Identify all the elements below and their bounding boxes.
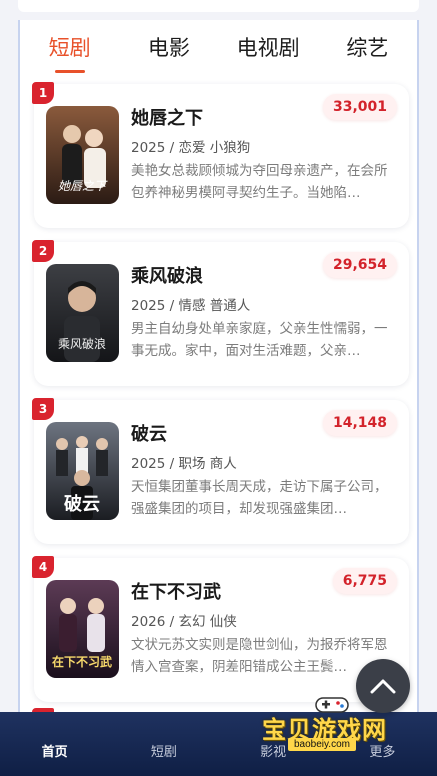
list-item[interactable]: 3 破云 破云 14,148 2025 / 职场 商人 天恒集团董事长周天成，走…: [32, 398, 409, 544]
drama-title[interactable]: 乘风破浪: [131, 262, 203, 288]
list-item[interactable]: 2 乘风破浪 乘风破浪 29,654 2025 / 情感 普通人 男主自幼身处单…: [32, 240, 409, 386]
drama-description: 文状元苏文实则是隐世剑仙，为报乔将军恩情入宫查案，阴差阳错成公主王鬓…: [131, 637, 388, 675]
list-item[interactable]: 4 在下不习武 在下不习武 6,775 2026 / 玄幻 仙侠 文状元苏文实则…: [32, 556, 409, 702]
tab-variety[interactable]: 综艺: [326, 28, 408, 62]
category-tabs: 短剧 电影 电视剧 综艺: [20, 28, 417, 78]
drama-meta: 2025 / 恋爱 小狼狗: [131, 140, 251, 156]
heat-badge: 6,775: [332, 568, 397, 594]
drama-description: 美艳女总裁顾倾城为夺回母亲遗产，在会所包养神秘男模阿寻契约生子。当她陷…: [131, 163, 388, 201]
drama-description: 男主自幼身处单亲家庭，父亲生性懦弱，一事无成。家中，面对生活难题，父亲…: [131, 321, 388, 359]
poster-title: 在下不习武: [52, 654, 112, 669]
poster-title: 破云: [64, 493, 100, 515]
active-tab-indicator: [54, 70, 85, 73]
rank-badge: 4: [32, 556, 54, 578]
watermark-url: baobeiy.com: [288, 738, 356, 751]
poster-title: 乘风破浪: [58, 336, 106, 351]
tab-label: 电视剧: [236, 36, 300, 60]
chevron-up-icon: [370, 679, 396, 694]
rank-badge: 1: [32, 82, 54, 104]
poster-image[interactable]: 在下不习武: [46, 580, 119, 678]
tab-movie[interactable]: 电影: [128, 28, 210, 62]
tab-label: 短剧: [48, 36, 91, 60]
drama-title[interactable]: 破云: [131, 420, 167, 446]
poster-title: 她唇之下: [58, 179, 108, 193]
tab-tv-series[interactable]: 电视剧: [227, 28, 309, 62]
drama-meta: 2025 / 情感 普通人: [131, 298, 251, 314]
rank-badge: 2: [32, 240, 54, 262]
poster-image[interactable]: 她唇之下: [46, 106, 119, 204]
poster-image[interactable]: 乘风破浪: [46, 264, 119, 362]
rank-badge: 3: [32, 398, 54, 420]
list-item[interactable]: 1 她唇之下 她唇之下 33,001 2025 / 恋爱 小狼狗 美艳女总裁顾倾…: [32, 82, 409, 228]
drama-title[interactable]: 在下不习武: [131, 578, 221, 604]
nav-home[interactable]: 首页: [0, 712, 109, 776]
tab-label: 综艺: [346, 36, 389, 60]
drama-meta: 2026 / 玄幻 仙侠: [131, 614, 237, 630]
heat-badge: 14,148: [322, 410, 397, 436]
poster-image[interactable]: 破云: [46, 422, 119, 520]
heat-badge: 29,654: [322, 252, 397, 278]
tab-label: 电影: [147, 36, 190, 60]
drama-description: 天恒集团董事长周天成，走访下属子公司，强盛集团的项目，却发现强盛集团…: [131, 479, 388, 517]
drama-meta: 2025 / 职场 商人: [131, 456, 237, 472]
drama-title[interactable]: 她唇之下: [131, 104, 203, 130]
nav-short-drama[interactable]: 短剧: [109, 712, 218, 776]
heat-badge: 33,001: [322, 94, 397, 120]
scroll-to-top-button[interactable]: [356, 659, 410, 713]
top-strip: [18, 0, 419, 12]
tab-short-drama[interactable]: 短剧: [29, 28, 111, 73]
